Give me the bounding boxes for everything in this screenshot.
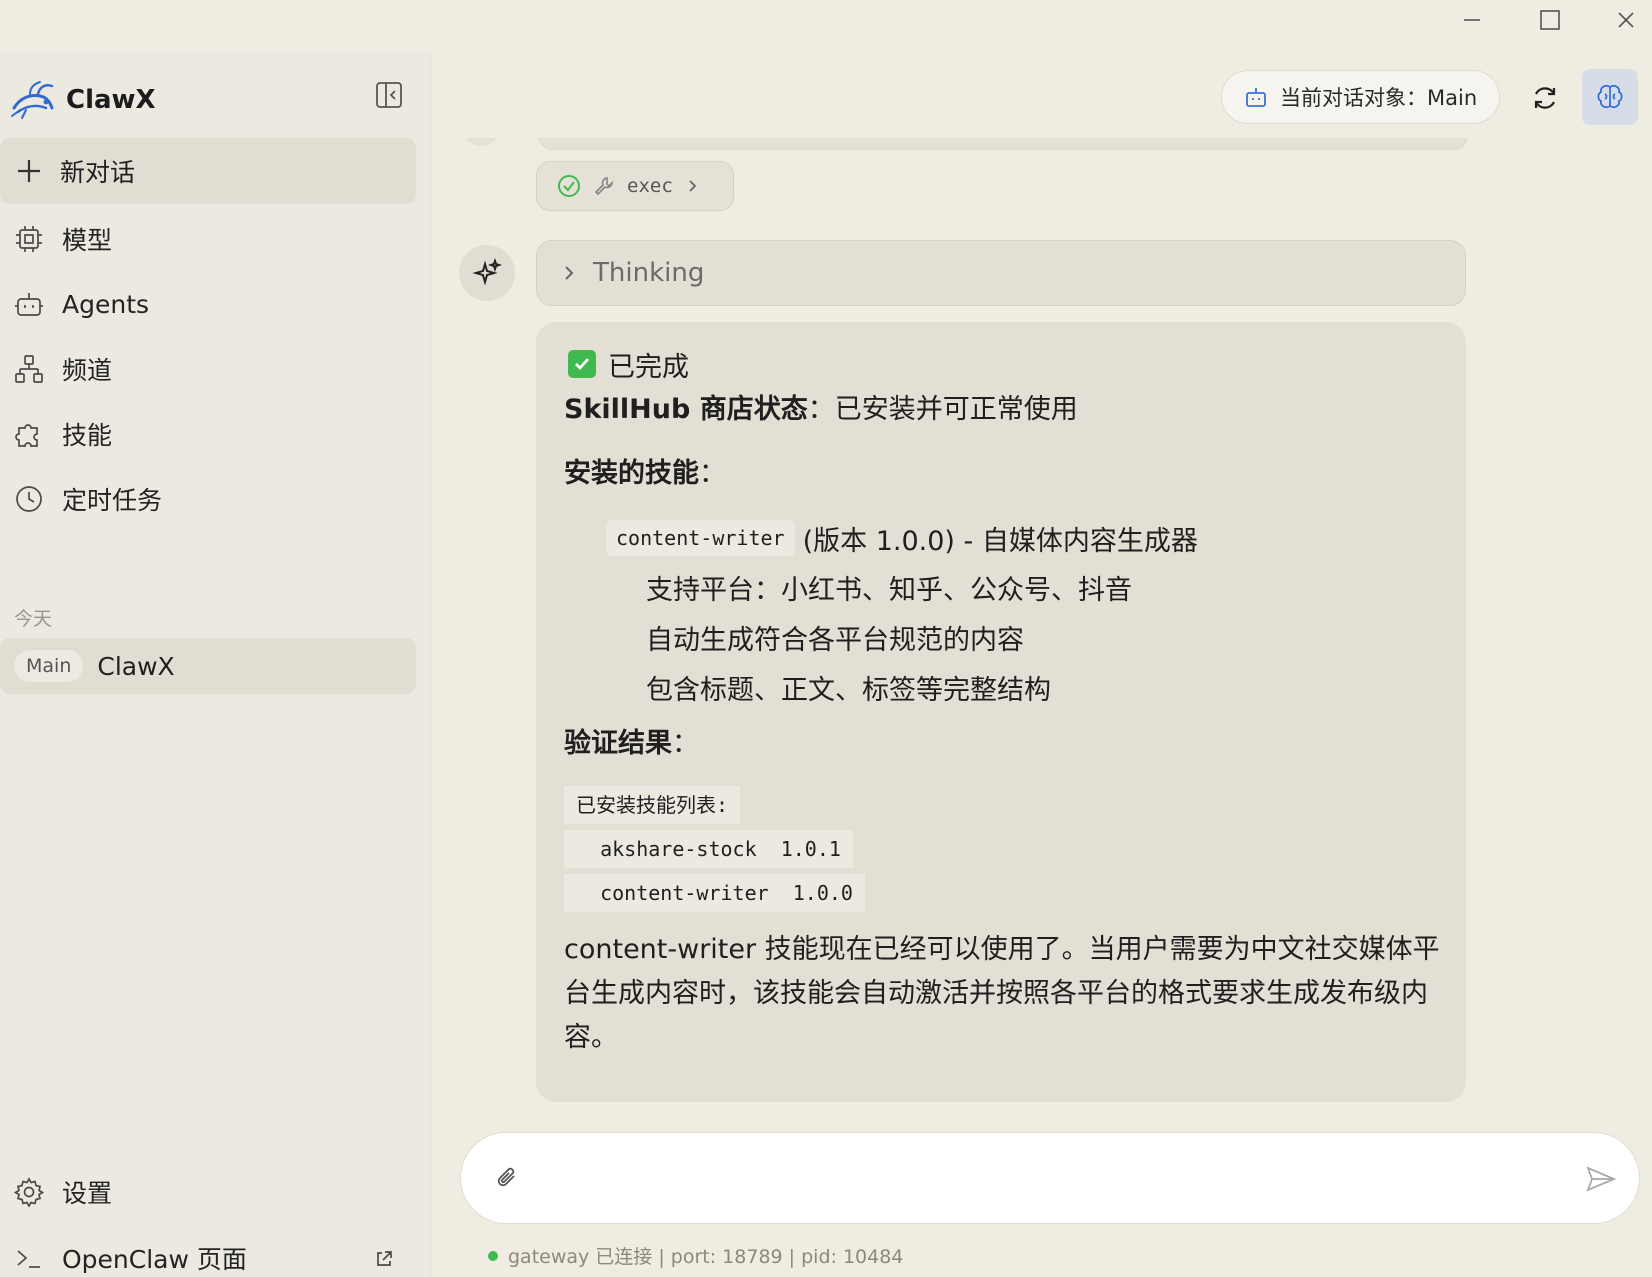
check-box-icon [568,350,596,378]
app-window: ClawX 新对话 模型 Agents 频道 技能 定时任务 今天 Main C… [0,0,1652,1277]
sidebar-item-scheduled-tasks[interactable]: 定时任务 [0,470,416,528]
maximize-button[interactable] [1518,0,1582,40]
app-name: ClawX [66,85,156,115]
done-line: 已完成 [568,344,1438,384]
store-status-value: ：已安装并可正常使用 [807,394,1078,425]
terminal-icon [17,1250,40,1268]
agent-selector[interactable]: 当前对话对象：Main [1221,70,1501,124]
code-line: content-writer 1.0.0 [564,874,865,912]
sidebar-item-label: 技能 [62,421,113,450]
sidebar-item-label: 定时任务 [62,486,163,515]
sparkles-icon [472,258,502,286]
sidebar-item-models[interactable]: 模型 [0,210,416,268]
gear-icon [14,1177,44,1207]
refresh-icon [1534,87,1556,109]
heading-colon: ： [699,458,726,489]
list-item: 自动生成符合各平台规范的内容 [646,625,1024,656]
robot-icon [15,293,43,316]
sidebar-collapse-icon [376,82,402,108]
send-button[interactable] [1581,1159,1621,1199]
sidebar-item-openclaw-page[interactable]: OpenClaw 页面 [0,1229,416,1277]
skill-entry: content-writer (版本 1.0.0) - 自媒体内容生成器 [606,518,1438,558]
plus-icon [18,160,40,182]
message-input[interactable] [541,1153,1521,1205]
verify-heading: 验证结果： [564,724,1438,764]
wrench-icon [594,177,614,196]
close-icon [1618,12,1634,28]
maximize-icon [1540,10,1560,30]
summary-text: content-writer 技能现在已经可以使用了。当用户需要为中文社交媒体平… [564,934,1440,1053]
section-label-today: 今天 [14,608,53,630]
lobster-logo-icon [11,81,54,119]
attach-button[interactable] [489,1160,525,1196]
collapse-sidebar-button[interactable] [372,78,406,112]
sidebar-item-skills[interactable]: 技能 [0,405,416,463]
sidebar-item-label: 频道 [62,356,113,385]
check-circle-icon [558,175,580,197]
new-chat-label: 新对话 [60,158,136,187]
store-status: SkillHub 商店状态：已安装并可正常使用 [564,390,1438,430]
sidebar-item-channels[interactable]: 频道 [0,340,416,398]
clock-icon [16,486,42,512]
code-block: 已安装技能列表: akshare-stock 1.0.1 content-wri… [564,786,1438,918]
chip-icon [16,226,42,252]
skill-features: 支持平台：小红书、知乎、公众号、抖音 自动生成符合各平台规范的内容 包含标题、正… [564,566,1438,716]
brain-icon [1597,84,1623,109]
chevron-right-icon [689,180,697,192]
network-icon [15,355,43,383]
external-link-icon [377,1251,392,1266]
store-status-label: SkillHub 商店状态 [564,394,808,425]
main-panel: 当前对话对象：Main exec Thinking 已完成 SkillHub 商… [432,52,1652,1277]
list-item: 支持平台：小红书、知乎、公众号、抖音 [646,575,1132,606]
puzzle-icon [15,424,38,447]
sidebar-item-agents[interactable]: Agents [0,275,416,333]
minimize-icon [1464,19,1480,21]
session-item[interactable]: Main ClawX [0,638,416,694]
previous-avatar [462,138,500,146]
installed-skills-heading: 安装的技能： [564,454,1438,494]
paperclip-icon [497,1167,515,1187]
agent-label: 当前对话对象：Main [1280,86,1478,110]
sidebar: ClawX 新对话 模型 Agents 频道 技能 定时任务 今天 Main C… [0,52,431,1277]
gateway-status: gateway 已连接 | port: 18789 | pid: 10484 [488,1242,903,1269]
chat-area: exec Thinking 已完成 SkillHub 商店状态：已安装并可正常使… [432,138,1652,1154]
brand: ClawX [10,78,156,122]
tool-call-chip[interactable]: exec [536,161,734,211]
gateway-status-text: gateway 已连接 | port: 18789 | pid: 10484 [508,1246,904,1268]
message-composer [460,1132,1640,1224]
installed-heading-text: 安装的技能 [564,458,699,489]
new-chat-button[interactable]: 新对话 [0,138,416,204]
minimize-button[interactable] [1440,0,1504,40]
session-title: ClawX [97,651,175,681]
robot-icon [1246,88,1266,107]
refresh-button[interactable] [1521,74,1569,122]
done-text: 已完成 [608,351,689,383]
skill-description: (版本 1.0.0) - 自媒体内容生成器 [802,525,1198,557]
list-item: 包含标题、正文、标签等完整结构 [646,675,1051,706]
chevron-right-icon [565,266,574,280]
close-button[interactable] [1594,0,1652,40]
session-badge: Main [14,650,84,682]
title-bar [0,0,1652,52]
sidebar-item-label: 设置 [62,1179,113,1208]
sidebar-item-settings[interactable]: 设置 [0,1163,416,1221]
skill-code: content-writer [606,520,795,556]
sidebar-item-label: 模型 [62,226,113,255]
status-dot [488,1250,498,1261]
send-icon [1586,1166,1617,1192]
verify-heading-text: 验证结果 [564,728,672,759]
sidebar-item-label: Agents [62,289,150,319]
sidebar-item-label: OpenClaw 页面 [62,1245,247,1274]
heading-colon: ： [672,728,699,759]
thinking-toggle[interactable]: Thinking [536,240,1466,306]
code-line: akshare-stock 1.0.1 [564,830,853,868]
assistant-avatar [459,245,515,301]
brain-toggle-button[interactable] [1582,69,1638,125]
assistant-message: 已完成 SkillHub 商店状态：已安装并可正常使用 安装的技能： conte… [536,322,1466,1102]
code-line: 已安装技能列表: [564,786,741,824]
thinking-label: Thinking [593,258,705,288]
previous-message-edge [538,138,1468,150]
tool-name: exec [627,175,673,197]
